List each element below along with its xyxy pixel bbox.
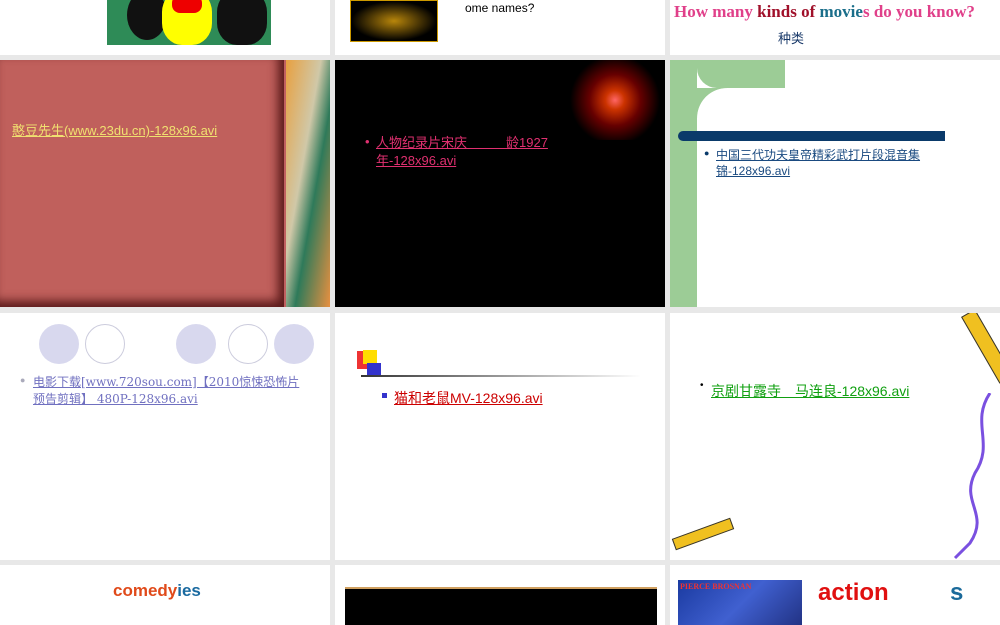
slide-thumbnail-8[interactable]: 猫和老鼠MV-128x96.avi xyxy=(335,313,665,560)
slide-thumbnail-11[interactable] xyxy=(335,565,665,625)
movie-poster: PIERCE BROSNAN xyxy=(678,580,802,625)
cartoon-image xyxy=(107,0,271,45)
slide-text: some of them. Can you give s ome names? xyxy=(465,1,535,15)
slide-title: comedyies xyxy=(113,581,201,601)
fireworks-image xyxy=(565,60,665,140)
video-link[interactable]: 猫和老鼠MV-128x96.avi xyxy=(394,388,543,408)
slide-title: How many kinds of movies do you know? xyxy=(674,2,975,22)
video-link[interactable]: 中国三代功夫皇帝精彩武打片段混音集锦-128x96.avi xyxy=(716,147,956,179)
squiggle-line xyxy=(953,393,992,560)
slide-thumbnail-6[interactable]: ● 中国三代功夫皇帝精彩武打片段混音集锦-128x96.avi xyxy=(670,60,1000,307)
oscar-image xyxy=(350,0,438,42)
title-part: movie xyxy=(819,2,863,21)
slide-thumbnail-9[interactable]: • 京剧甘露寺 马连良-128x96.avi xyxy=(670,313,1000,560)
video-link[interactable]: 电影下载[www.720sou.com]【2010惊悚恐怖片预告剪辑】 480P… xyxy=(33,374,303,408)
decorative-strip xyxy=(286,60,330,307)
slide-title-suffix: s xyxy=(950,579,964,606)
poster-text: PIERCE BROSNAN xyxy=(680,582,752,591)
slide-thumbnail-12[interactable]: PIERCE BROSNAN action s xyxy=(670,565,1000,625)
slide-subtitle: 种类 xyxy=(778,31,805,46)
video-link[interactable]: 京剧甘露寺 马连良-128x96.avi xyxy=(711,381,909,401)
slide-thumbnail-7[interactable]: ● 电影下载[www.720sou.com]【2010惊悚恐怖片预告剪辑】 48… xyxy=(0,313,330,560)
slide-thumbnail-10[interactable]: comedyies xyxy=(0,565,330,625)
title-part: kinds of xyxy=(757,2,820,21)
video-link[interactable]: 憨豆先生(www.23du.cn)-128x96.avi xyxy=(12,120,217,139)
pencil-icon xyxy=(961,313,1000,384)
slide-thumbnail-1[interactable] xyxy=(0,0,330,55)
pencils-icon xyxy=(671,517,735,551)
title-part: do you know? xyxy=(869,2,975,21)
title-part: ies xyxy=(177,581,201,600)
slide-thumbnail-5[interactable]: • 人物纪录片宋庆 龄1927年-128x96.avi xyxy=(335,60,665,307)
title-part: How many xyxy=(674,2,758,21)
slide-thumbnail-3[interactable]: How many kinds of movies do you know? 种类 xyxy=(670,0,1000,55)
slide-title: action xyxy=(818,579,889,606)
title-part: s xyxy=(862,2,870,21)
video-link[interactable]: 人物纪录片宋庆 龄1927年-128x96.avi xyxy=(376,134,606,170)
slide-thumbnail-4[interactable]: 憨豆先生(www.23du.cn)-128x96.avi xyxy=(0,60,330,307)
slide-thumbnail-2[interactable]: some of them. Can you give s ome names? xyxy=(335,0,665,55)
title-part: comedy xyxy=(113,581,178,600)
